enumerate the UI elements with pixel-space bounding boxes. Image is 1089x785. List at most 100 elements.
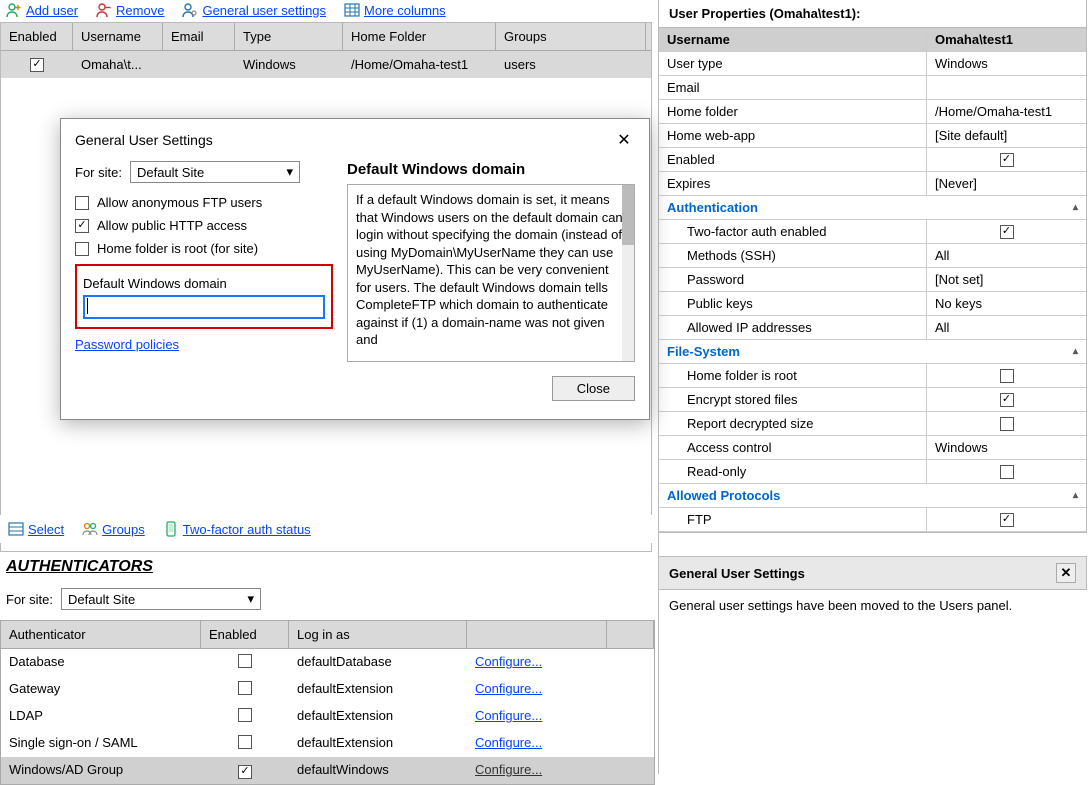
auth-site-select[interactable]: Default Site ▾ bbox=[61, 588, 261, 610]
prop-key: Encrypt stored files bbox=[659, 388, 927, 411]
col-home[interactable]: Home Folder bbox=[343, 23, 496, 50]
groups-button[interactable]: Groups bbox=[82, 521, 145, 537]
prop-checkbox[interactable] bbox=[1000, 153, 1014, 167]
prop-row[interactable]: User typeWindows bbox=[659, 52, 1086, 76]
prop-row[interactable]: Encrypt stored files bbox=[659, 388, 1086, 412]
prop-row[interactable]: Two-factor auth enabled bbox=[659, 220, 1086, 244]
prop-section-header[interactable]: File-System▴ bbox=[659, 340, 1086, 364]
prop-row[interactable]: Report decrypted size bbox=[659, 412, 1086, 436]
auth-row[interactable]: Windows/AD GroupdefaultWindowsConfigure.… bbox=[1, 757, 654, 784]
tfa-status-label: Two-factor auth status bbox=[183, 522, 311, 537]
allow-http-label: Allow public HTTP access bbox=[97, 218, 247, 233]
auth-configure-link[interactable]: Configure... bbox=[475, 654, 542, 669]
prop-checkbox[interactable] bbox=[1000, 513, 1014, 527]
prop-row[interactable]: Enabled bbox=[659, 148, 1086, 172]
remove-button[interactable]: Remove bbox=[96, 2, 164, 18]
prop-row[interactable]: Allowed IP addressesAll bbox=[659, 316, 1086, 340]
prop-section-label: Authentication bbox=[667, 200, 758, 215]
general-settings-button[interactable]: General user settings bbox=[182, 2, 326, 18]
prop-row[interactable]: Read-only bbox=[659, 460, 1086, 484]
prop-checkbox[interactable] bbox=[1000, 225, 1014, 239]
select-button[interactable]: Select bbox=[8, 521, 64, 537]
user-row[interactable]: Omaha\t... Windows /Home/Omaha-test1 use… bbox=[1, 51, 651, 78]
auth-row[interactable]: GatewaydefaultExtensionConfigure... bbox=[1, 676, 654, 703]
auth-configure-link[interactable]: Configure... bbox=[475, 708, 542, 723]
default-windows-domain-input[interactable] bbox=[83, 295, 325, 319]
auth-configure-link[interactable]: Configure... bbox=[475, 762, 542, 777]
col-username[interactable]: Username bbox=[73, 23, 163, 50]
prop-value: No keys bbox=[935, 296, 982, 311]
auth-login-as: defaultWindows bbox=[289, 757, 467, 784]
home-root-row[interactable]: Home folder is root (for site) bbox=[75, 241, 333, 256]
dialog-close-button[interactable]: ✕ bbox=[613, 129, 635, 151]
prop-checkbox[interactable] bbox=[1000, 369, 1014, 383]
prop-key: Home folder bbox=[659, 100, 927, 123]
auth-name: Gateway bbox=[1, 676, 201, 703]
gus-close-button[interactable]: ✕ bbox=[1056, 563, 1076, 583]
help-scrollbar-thumb[interactable] bbox=[622, 185, 634, 245]
home-root-checkbox[interactable] bbox=[75, 242, 89, 256]
auth-table-header: Authenticator Enabled Log in as bbox=[1, 621, 654, 649]
default-windows-domain-label: Default Windows domain bbox=[83, 276, 325, 291]
prop-row[interactable]: Home web-app[Site default] bbox=[659, 124, 1086, 148]
prop-row[interactable]: UsernameOmaha\test1 bbox=[659, 28, 1086, 52]
dialog-site-select[interactable]: Default Site ▾ bbox=[130, 161, 300, 183]
col-enabled[interactable]: Enabled bbox=[1, 23, 73, 50]
default-windows-domain-highlight: Default Windows domain bbox=[75, 264, 333, 329]
groups-label: Groups bbox=[102, 522, 145, 537]
auth-col-name[interactable]: Authenticator bbox=[1, 621, 201, 648]
prop-section-header[interactable]: Authentication▴ bbox=[659, 196, 1086, 220]
auth-col-conf bbox=[467, 621, 607, 648]
allow-anonymous-checkbox[interactable] bbox=[75, 196, 89, 210]
prop-row[interactable]: Public keysNo keys bbox=[659, 292, 1086, 316]
prop-section-header[interactable]: Allowed Protocols▴ bbox=[659, 484, 1086, 508]
auth-row[interactable]: Single sign-on / SAMLdefaultExtensionCon… bbox=[1, 730, 654, 757]
gus-panel-body: General user settings have been moved to… bbox=[659, 590, 1087, 621]
prop-row[interactable]: Password [Not set] bbox=[659, 268, 1086, 292]
col-groups[interactable]: Groups bbox=[496, 23, 646, 50]
help-scrollbar[interactable] bbox=[622, 185, 634, 361]
user-enabled-checkbox[interactable] bbox=[30, 58, 44, 72]
prop-row[interactable]: Home folder/Home/Omaha-test1 bbox=[659, 100, 1086, 124]
prop-key: Read-only bbox=[659, 460, 927, 483]
password-policies-link[interactable]: Password policies bbox=[75, 337, 179, 352]
allow-http-checkbox[interactable] bbox=[75, 219, 89, 233]
prop-checkbox[interactable] bbox=[1000, 465, 1014, 479]
table-icon bbox=[344, 2, 360, 18]
prop-row[interactable]: Email bbox=[659, 76, 1086, 100]
auth-enabled-checkbox[interactable] bbox=[238, 708, 252, 722]
allow-http-row[interactable]: Allow public HTTP access bbox=[75, 218, 333, 233]
allow-anonymous-row[interactable]: Allow anonymous FTP users bbox=[75, 195, 333, 210]
prop-row[interactable]: FTP bbox=[659, 508, 1086, 532]
prop-key: Methods (SSH) bbox=[659, 244, 927, 267]
tfa-status-button[interactable]: Two-factor auth status bbox=[163, 521, 311, 537]
dialog-title: General User Settings bbox=[75, 132, 213, 148]
col-type[interactable]: Type bbox=[235, 23, 343, 50]
prop-row[interactable]: Access controlWindows bbox=[659, 436, 1086, 460]
auth-configure-link[interactable]: Configure... bbox=[475, 681, 542, 696]
auth-row[interactable]: LDAPdefaultExtensionConfigure... bbox=[1, 703, 654, 730]
more-columns-button[interactable]: More columns bbox=[344, 2, 446, 18]
auth-col-enabled[interactable]: Enabled bbox=[201, 621, 289, 648]
auth-col-login[interactable]: Log in as bbox=[289, 621, 467, 648]
help-text-box: If a default Windows domain is set, it m… bbox=[347, 184, 635, 362]
prop-key: Password bbox=[659, 268, 927, 291]
auth-enabled-checkbox[interactable] bbox=[238, 735, 252, 749]
prop-row[interactable]: Methods (SSH)All bbox=[659, 244, 1086, 268]
prop-checkbox[interactable] bbox=[1000, 393, 1014, 407]
auth-configure-link[interactable]: Configure... bbox=[475, 735, 542, 750]
prop-row[interactable]: Expires[Never] bbox=[659, 172, 1086, 196]
auth-enabled-checkbox[interactable] bbox=[238, 765, 252, 779]
add-user-button[interactable]: Add user bbox=[6, 2, 78, 18]
more-columns-label: More columns bbox=[364, 3, 446, 18]
prop-checkbox[interactable] bbox=[1000, 417, 1014, 431]
chevron-down-icon: ▾ bbox=[247, 591, 254, 607]
auth-enabled-checkbox[interactable] bbox=[238, 654, 252, 668]
prop-value: [Not set] bbox=[935, 272, 983, 287]
prop-row[interactable]: Home folder is root bbox=[659, 364, 1086, 388]
col-email[interactable]: Email bbox=[163, 23, 235, 50]
auth-enabled-checkbox[interactable] bbox=[238, 681, 252, 695]
dialog-close-footer-button[interactable]: Close bbox=[552, 376, 635, 401]
prop-key: User type bbox=[659, 52, 927, 75]
auth-row[interactable]: DatabasedefaultDatabaseConfigure... bbox=[1, 649, 654, 676]
